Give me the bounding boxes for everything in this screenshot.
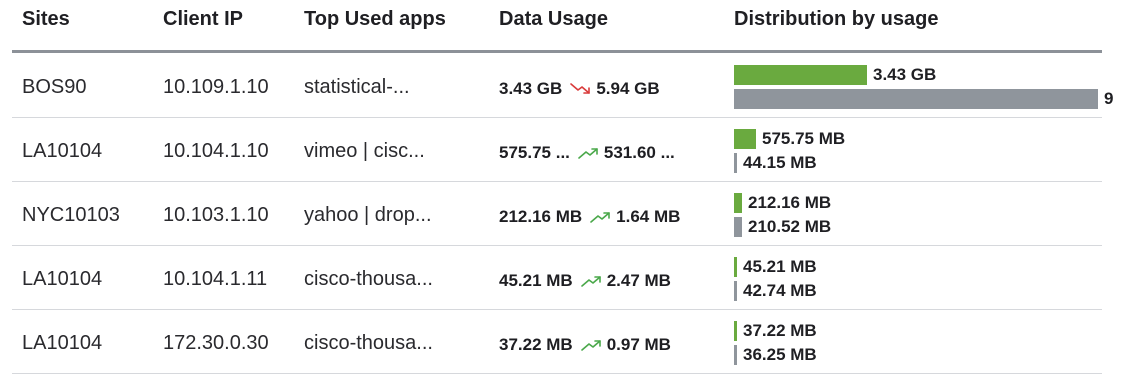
usage-bar-primary-line: 37.22 MB — [734, 320, 817, 342]
usage-bar-primary-label: 37.22 MB — [743, 321, 817, 340]
usage-bar-primary-label: 45.21 MB — [743, 257, 817, 276]
usage-bar-secondary[interactable] — [734, 89, 1098, 109]
usage-bar-secondary[interactable] — [734, 345, 737, 365]
top-apps-cell: statistical-... — [304, 76, 410, 98]
usage-value: 575.75 ... — [499, 143, 570, 162]
usage-bar-secondary[interactable] — [734, 153, 737, 173]
usage-bar-primary[interactable] — [734, 257, 737, 277]
site-cell: NYC10103 — [22, 204, 120, 226]
data-usage-cell: 45.21 MB 2.47 MB — [499, 271, 671, 291]
distribution-cell: 3.43 GB 9.38 . — [734, 54, 1114, 118]
usage-compare-value: 531.60 ... — [603, 143, 675, 162]
site-cell: LA10104 — [22, 332, 103, 354]
usage-compare-value: 5.94 GB — [596, 79, 660, 98]
usage-bar-secondary-label: 44.15 MB — [743, 153, 817, 172]
trend-up-icon — [578, 146, 600, 160]
usage-bar-primary-line: 3.43 GB — [734, 64, 936, 86]
trend-up-icon — [580, 338, 603, 352]
top-apps-cell: vimeo | cisc... — [304, 140, 425, 162]
top-apps-cell: yahoo | drop... — [304, 204, 432, 226]
table-row[interactable]: BOS90 10.109.1.10 statistical-... 3.43 GB 5.… — [0, 54, 1129, 118]
site-cell: LA10104 — [22, 268, 103, 290]
usage-table: Sites Client IP Top Used apps Data Usage… — [0, 0, 1129, 379]
site-cell: BOS90 — [22, 76, 87, 98]
site-cell: LA10104 — [22, 140, 103, 162]
distribution-cell: 37.22 MB 36.25 MB — [734, 310, 1114, 374]
client-ip-cell: 10.103.1.10 — [163, 204, 269, 226]
usage-bar-secondary-line: 9.38 . — [734, 88, 1114, 110]
usage-bar-secondary[interactable] — [734, 281, 737, 301]
table-row[interactable]: LA10104 10.104.1.11 cisco-thousa... 45.21 M… — [0, 246, 1129, 310]
client-ip-cell: 10.104.1.10 — [163, 140, 269, 162]
distribution-cell: 212.16 MB 210.52 MB — [734, 182, 1114, 246]
data-usage-cell: 212.16 MB 1.64 MB — [499, 207, 680, 227]
usage-bar-primary-label: 3.43 GB — [873, 65, 937, 84]
client-ip-cell: 10.109.1.10 — [163, 76, 269, 98]
usage-bar-primary[interactable] — [734, 65, 867, 85]
data-usage-cell: 37.22 MB 0.97 MB — [499, 335, 671, 355]
client-ip-cell: 172.30.0.30 — [163, 332, 269, 354]
usage-value: 212.16 MB — [499, 207, 583, 226]
usage-compare-value: 2.47 MB — [606, 271, 671, 290]
usage-bar-secondary-label: 9.38 . — [1104, 89, 1114, 108]
usage-bar-secondary-line: 42.74 MB — [734, 280, 817, 302]
row-divider — [12, 373, 1102, 374]
usage-compare-value: 0.97 MB — [606, 335, 671, 354]
table-row[interactable]: LA10104 172.30.0.30 cisco-thousa... 37.22 M… — [0, 310, 1129, 374]
data-usage-cell: 3.43 GB 5.94 GB — [499, 79, 660, 99]
distribution-cell: 45.21 MB 42.74 MB — [734, 246, 1114, 310]
trend-up-icon — [590, 210, 612, 224]
usage-bar-secondary-label: 42.74 MB — [743, 281, 817, 300]
distribution-cell: 575.75 MB 44.15 MB — [734, 118, 1114, 182]
table-row[interactable]: NYC10103 10.103.1.10 yahoo | drop... 212.16… — [0, 182, 1129, 246]
usage-bar-secondary-line: 210.52 MB — [734, 216, 831, 238]
table-header: Sites Client IP Top Used apps Data Usage… — [0, 0, 1129, 53]
trend-up-icon — [580, 274, 603, 288]
top-apps-cell: cisco-thousa... — [304, 268, 433, 290]
usage-bar-secondary[interactable] — [734, 217, 742, 237]
usage-value: 45.21 MB — [499, 271, 573, 290]
trend-down-icon — [570, 82, 592, 96]
usage-bar-primary[interactable] — [734, 193, 742, 213]
table-row[interactable]: LA10104 10.104.1.10 vimeo | cisc... 575.75 … — [0, 118, 1129, 182]
column-header-distribution[interactable]: Distribution by usage — [734, 8, 938, 31]
top-apps-cell: cisco-thousa... — [304, 332, 433, 354]
column-header-sites[interactable]: Sites — [22, 8, 70, 31]
client-ip-cell: 10.104.1.11 — [163, 268, 268, 290]
usage-bar-primary-label: 575.75 MB — [762, 129, 846, 148]
data-usage-cell: 575.75 ... 531.60 ... — [499, 143, 675, 163]
usage-bar-primary-line: 575.75 MB — [734, 128, 845, 150]
usage-value: 3.43 GB — [499, 79, 563, 98]
usage-bar-primary[interactable] — [734, 129, 756, 149]
column-header-client-ip[interactable]: Client IP — [163, 8, 243, 31]
column-header-data-usage[interactable]: Data Usage — [499, 8, 608, 31]
usage-bar-secondary-label: 210.52 MB — [748, 217, 832, 236]
usage-bar-primary[interactable] — [734, 321, 737, 341]
header-divider — [12, 50, 1102, 53]
column-header-top-used-apps[interactable]: Top Used apps — [304, 8, 446, 31]
usage-bar-primary-line: 212.16 MB — [734, 192, 831, 214]
usage-bar-secondary-line: 44.15 MB — [734, 152, 817, 174]
usage-bar-secondary-label: 36.25 MB — [743, 345, 817, 364]
usage-bar-primary-label: 212.16 MB — [748, 193, 832, 212]
usage-bar-secondary-line: 36.25 MB — [734, 344, 817, 366]
usage-value: 37.22 MB — [499, 335, 573, 354]
usage-bar-primary-line: 45.21 MB — [734, 256, 817, 278]
usage-compare-value: 1.64 MB — [616, 207, 681, 226]
